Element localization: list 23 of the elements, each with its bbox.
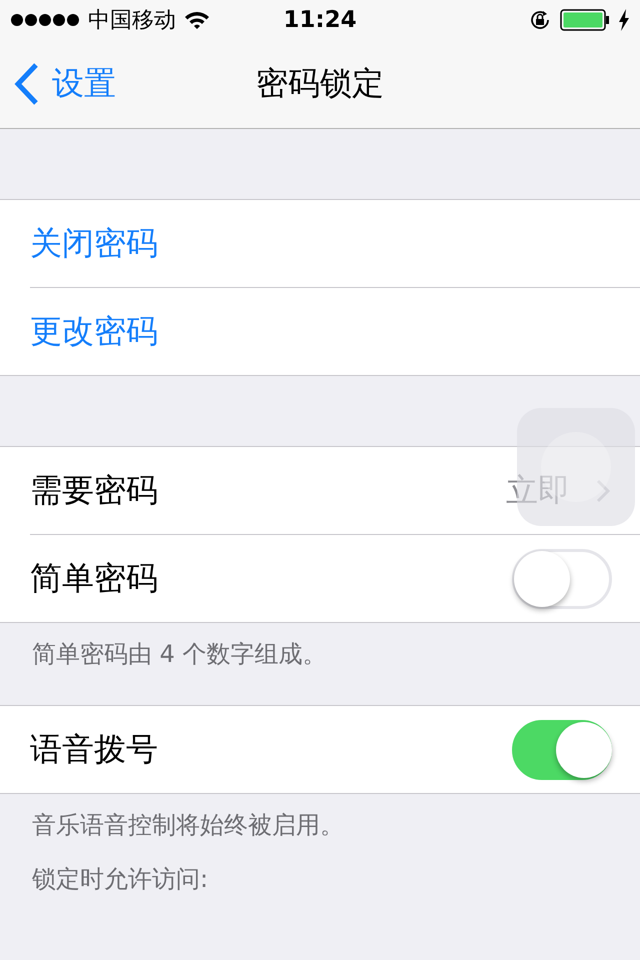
back-button[interactable]: 设置 (0, 62, 116, 106)
row-label: 语音拨号 (30, 728, 159, 770)
status-time: 11:24 (282, 7, 358, 33)
row-label: 更改密码 (30, 310, 159, 352)
toggle-switch[interactable] (512, 720, 612, 780)
charging-icon (618, 9, 630, 31)
row-label: 需要密码 (30, 470, 159, 510)
section-footer: 简单密码由 4 个数字组成。 (0, 623, 640, 669)
settings-row[interactable]: 更改密码 (30, 288, 640, 375)
page-title: 密码锁定 (255, 63, 385, 104)
wifi-icon (184, 10, 210, 30)
back-chevron-icon (14, 63, 40, 105)
settings-row[interactable]: 简单密码 (30, 535, 640, 622)
rotation-lock-icon (528, 8, 552, 32)
section-header: 锁定时允许访问: (31, 864, 210, 894)
chevron-icon (596, 478, 610, 502)
carrier-name: 中国移动 (88, 7, 176, 35)
row-label: 简单密码 (30, 558, 159, 598)
battery-icon (560, 9, 610, 31)
settings-row[interactable]: 关闭密码 (30, 200, 640, 288)
row-label: 关闭密码 (30, 222, 159, 264)
signal-icon (10, 13, 80, 27)
section-footer: 音乐语音控制将始终被启用。 (0, 794, 640, 840)
